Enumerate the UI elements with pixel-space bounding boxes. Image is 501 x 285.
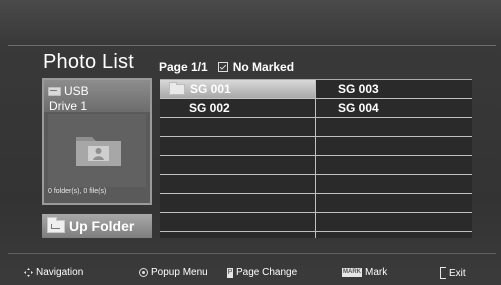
usb-drive-icon: [48, 86, 61, 96]
help-page-change: P Page Change: [227, 267, 297, 278]
device-preview: [48, 114, 146, 187]
bottom-divider: [8, 253, 496, 254]
list-item-label: SG 002: [189, 101, 230, 115]
empty-grid-row: [160, 175, 472, 194]
mark-status: No Marked: [232, 60, 295, 74]
help-navigation: Navigation: [24, 267, 83, 278]
radio-button-icon: [139, 268, 148, 277]
device-name-line2: Drive 1: [49, 99, 88, 113]
grid-row: SG 001 SG 003: [160, 80, 472, 99]
up-folder-label: Up Folder: [69, 218, 135, 234]
list-item-label: SG 001: [190, 82, 231, 96]
device-header: USB Drive 1: [44, 80, 150, 113]
page-title: Photo List: [43, 51, 134, 73]
list-item[interactable]: SG 004: [316, 99, 472, 117]
help-page-change-label: Page Change: [236, 267, 298, 278]
device-name-line1: USB: [64, 84, 89, 98]
page-number: Page 1/1: [159, 60, 208, 74]
help-mark-label: Mark: [365, 267, 388, 278]
exit-icon: [440, 267, 446, 279]
photo-folder-icon: [76, 137, 121, 166]
help-exit: Exit: [440, 267, 466, 279]
folder-icon: [169, 81, 185, 95]
navigation-arrows-icon: [24, 268, 33, 277]
help-popup-menu-label: Popup Menu: [151, 267, 208, 278]
empty-grid-row: [160, 213, 472, 232]
mark-key-icon: MARK: [342, 268, 362, 277]
checkbox-icon: [217, 62, 228, 72]
file-list-grid: SG 001 SG 003 SG 002 SG 004: [160, 79, 472, 238]
page-key-icon: P: [227, 267, 233, 278]
device-status: 0 folder(s), 0 file(s): [48, 188, 107, 195]
device-panel[interactable]: USB Drive 1 0 folder(s), 0 file(s): [42, 78, 152, 205]
help-popup-menu: Popup Menu: [139, 267, 208, 278]
up-folder-button[interactable]: Up Folder: [42, 214, 152, 238]
photo-list-screen: Photo List Page 1/1 No Marked USB Drive …: [0, 0, 501, 285]
grid-row: SG 002 SG 004: [160, 99, 472, 118]
help-bar: Navigation Popup Menu P Page Change MARK…: [0, 258, 501, 285]
empty-grid-row: [160, 137, 472, 156]
page-info: Page 1/1 No Marked: [159, 60, 294, 74]
empty-grid-row: [160, 118, 472, 137]
list-item-label: SG 004: [338, 101, 379, 115]
list-item-label: SG 003: [338, 82, 379, 96]
list-item[interactable]: SG 003: [316, 80, 472, 98]
list-item[interactable]: SG 002: [160, 99, 315, 117]
help-exit-label: Exit: [449, 267, 466, 279]
up-folder-icon: [47, 216, 65, 233]
top-divider: [8, 45, 496, 46]
help-mark: MARK Mark: [342, 267, 387, 278]
empty-grid-row: [160, 156, 472, 175]
list-item[interactable]: SG 001: [160, 80, 315, 98]
help-navigation-label: Navigation: [36, 267, 84, 278]
device-name-row: USB: [48, 84, 89, 98]
empty-grid-row: [160, 194, 472, 213]
